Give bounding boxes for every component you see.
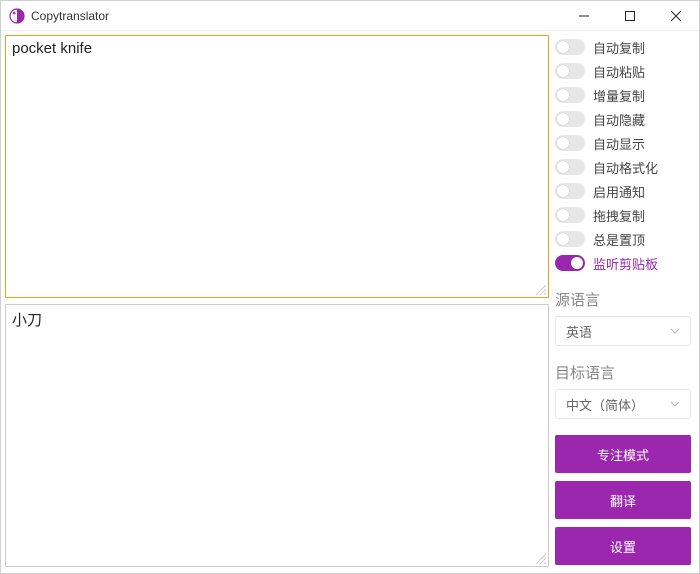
toggle-label: 增量复制: [593, 86, 645, 105]
source-lang-title: 源语言: [555, 289, 691, 310]
source-lang-value: 英语: [566, 322, 592, 341]
toggle-row: 自动格式化: [555, 157, 691, 177]
toggle-label: 拖拽复制: [593, 206, 645, 225]
focus-mode-button[interactable]: 专注模式: [555, 435, 691, 473]
target-textarea[interactable]: [6, 305, 548, 566]
toggle-label: 自动显示: [593, 134, 645, 153]
toggle-switch[interactable]: [555, 135, 585, 151]
minimize-button[interactable]: [561, 1, 607, 31]
toggle-label: 自动格式化: [593, 158, 658, 177]
maximize-button[interactable]: [607, 1, 653, 31]
chevron-down-icon: [670, 397, 680, 412]
toggle-switch[interactable]: [555, 231, 585, 247]
source-textarea[interactable]: [6, 36, 548, 297]
toggle-switch[interactable]: [555, 39, 585, 55]
sidebar: 自动复制自动粘贴增量复制自动隐藏自动显示自动格式化启用通知拖拽复制总是置顶监听剪…: [551, 31, 699, 573]
toggle-row: 拖拽复制: [555, 205, 691, 225]
toggle-switch[interactable]: [555, 255, 585, 271]
toggle-label: 总是置顶: [593, 230, 645, 249]
toggles-list: 自动复制自动粘贴增量复制自动隐藏自动显示自动格式化启用通知拖拽复制总是置顶监听剪…: [555, 37, 691, 273]
toggle-knob: [571, 257, 583, 269]
source-lang-select[interactable]: 英语: [555, 316, 691, 346]
toggle-knob: [557, 185, 569, 197]
target-lang-title: 目标语言: [555, 362, 691, 383]
app-body: 自动复制自动粘贴增量复制自动隐藏自动显示自动格式化启用通知拖拽复制总是置顶监听剪…: [1, 31, 699, 573]
toggle-label: 监听剪贴板: [593, 254, 658, 273]
toggle-knob: [557, 65, 569, 77]
toggle-switch[interactable]: [555, 111, 585, 127]
maximize-icon: [625, 11, 635, 21]
toggle-label: 自动复制: [593, 38, 645, 57]
target-lang-select[interactable]: 中文（简体）: [555, 389, 691, 419]
toggle-switch[interactable]: [555, 87, 585, 103]
toggle-row: 自动显示: [555, 133, 691, 153]
toggle-switch[interactable]: [555, 63, 585, 79]
close-icon: [671, 11, 681, 21]
toggle-knob: [557, 137, 569, 149]
titlebar: Copytranslator: [1, 1, 699, 31]
toggle-knob: [557, 41, 569, 53]
translate-button[interactable]: 翻译: [555, 481, 691, 519]
target-lang-value: 中文（简体）: [566, 395, 644, 414]
chevron-down-icon: [670, 324, 680, 339]
buttons-group: 专注模式 翻译 设置: [555, 435, 691, 565]
toggle-row: 总是置顶: [555, 229, 691, 249]
toggle-switch[interactable]: [555, 207, 585, 223]
close-button[interactable]: [653, 1, 699, 31]
toggle-row: 增量复制: [555, 85, 691, 105]
target-pane: [5, 304, 549, 567]
source-pane: [5, 35, 549, 298]
toggle-row: 启用通知: [555, 181, 691, 201]
app-window: Copytranslator: [0, 0, 700, 574]
toggle-switch[interactable]: [555, 159, 585, 175]
minimize-icon: [579, 11, 589, 21]
app-title: Copytranslator: [31, 9, 109, 23]
app-icon: [9, 8, 25, 24]
settings-button[interactable]: 设置: [555, 527, 691, 565]
toggle-knob: [557, 233, 569, 245]
toggle-row: 自动复制: [555, 37, 691, 57]
toggle-label: 自动粘贴: [593, 62, 645, 81]
toggle-knob: [557, 89, 569, 101]
toggle-knob: [557, 209, 569, 221]
toggle-row: 自动粘贴: [555, 61, 691, 81]
toggle-label: 启用通知: [593, 182, 645, 201]
main-area: [1, 31, 551, 573]
toggle-knob: [557, 113, 569, 125]
toggle-label: 自动隐藏: [593, 110, 645, 129]
toggle-switch[interactable]: [555, 183, 585, 199]
toggle-row: 自动隐藏: [555, 109, 691, 129]
toggle-knob: [557, 161, 569, 173]
toggle-row: 监听剪贴板: [555, 253, 691, 273]
